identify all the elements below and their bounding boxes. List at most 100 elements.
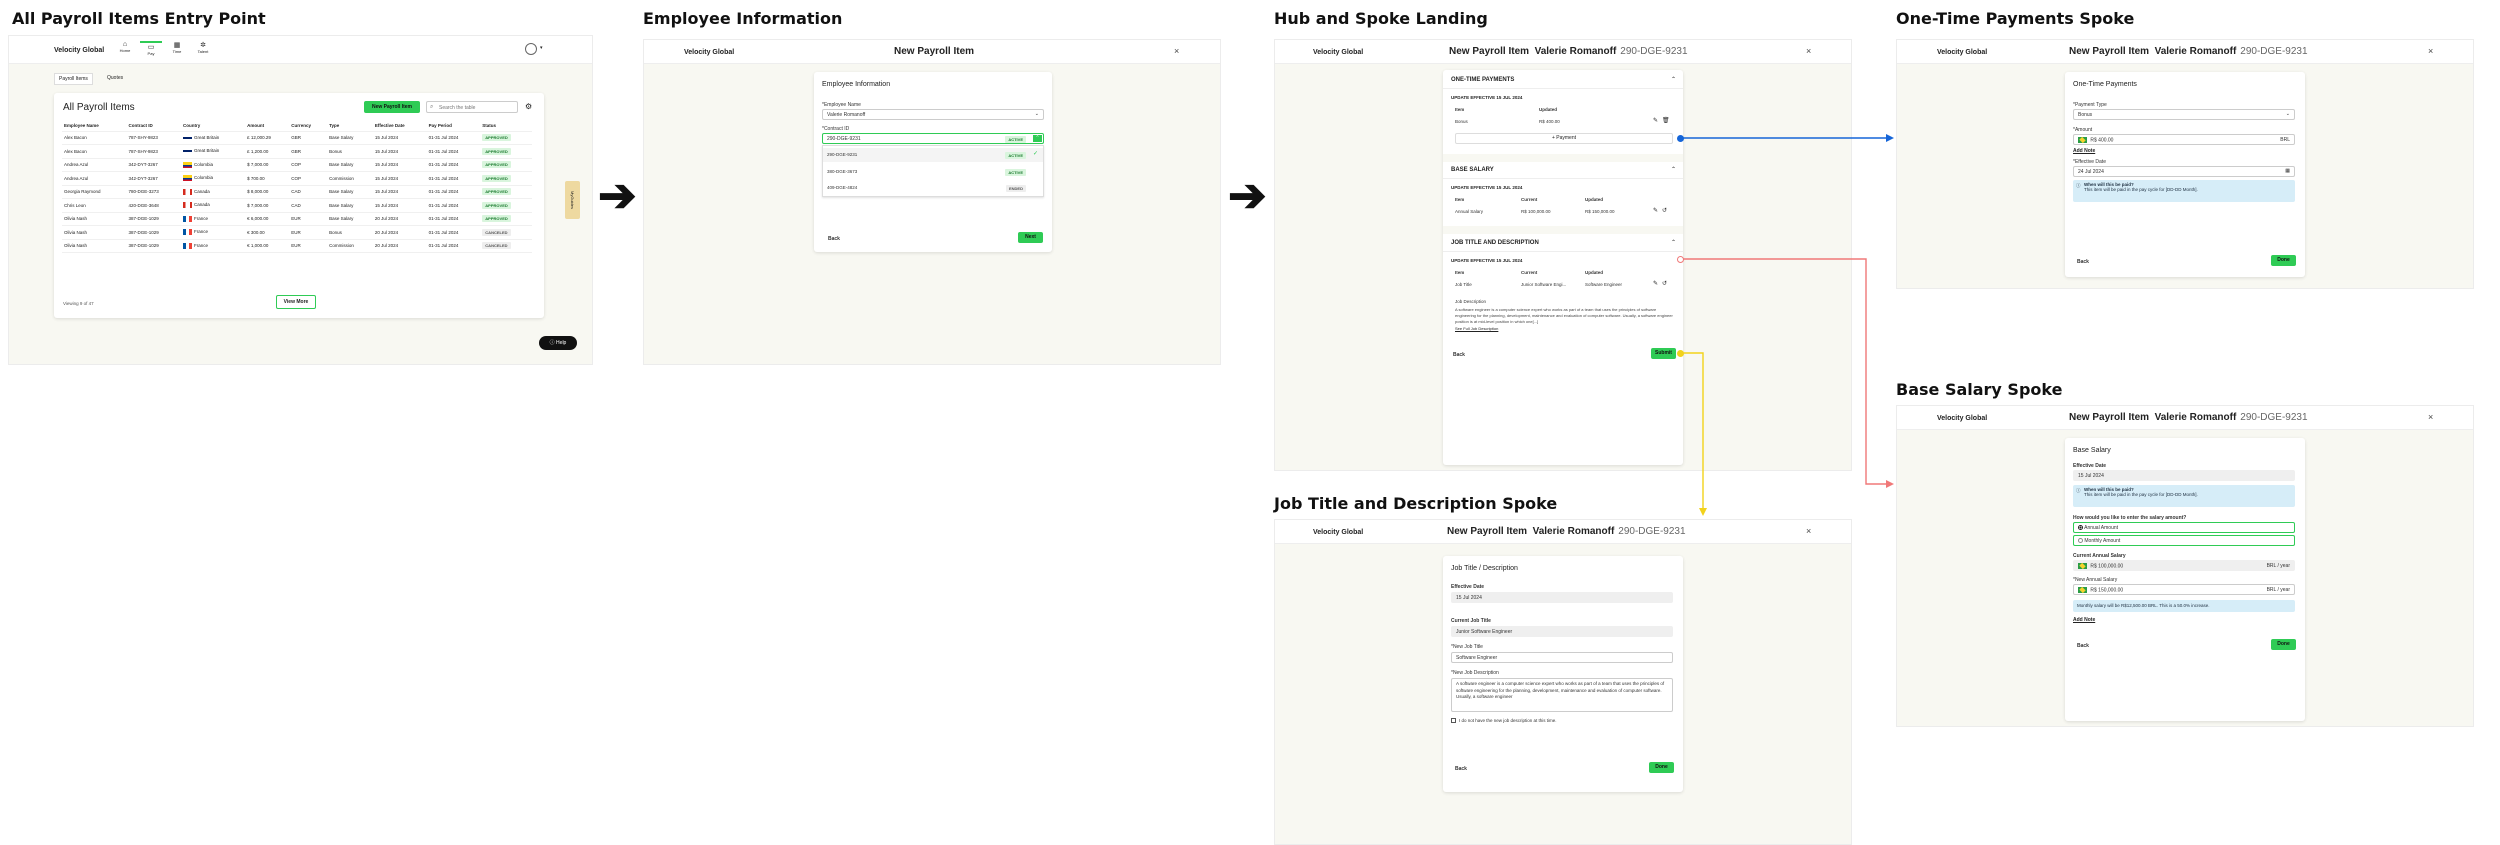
- nav-talent[interactable]: ✲ Talent: [192, 41, 214, 54]
- nav-home[interactable]: ⌂ Home: [114, 41, 136, 53]
- no-description-checkbox[interactable]: [1451, 718, 1456, 723]
- arrowhead-yellow: [1699, 508, 1707, 516]
- back-button[interactable]: Back: [1455, 766, 1467, 772]
- monthly-amount-radio[interactable]: Monthly Amount: [2073, 535, 2295, 546]
- table-row[interactable]: Andrea Azul 342-DYT-3267 Colombia $ 7,000.0…: [62, 158, 532, 172]
- table-row[interactable]: Alex Bacon 787-SHY-9823 Great Britain £ 1,2…: [62, 144, 532, 159]
- search-icon: ⌕: [430, 104, 434, 110]
- table-cell: EUR: [289, 239, 328, 253]
- edit-icon[interactable]: ✎: [1653, 117, 1658, 124]
- column-header[interactable]: Type: [327, 121, 373, 132]
- effective-date-input[interactable]: 24 Jul 2024 ▦: [2073, 166, 2295, 177]
- add-note-link[interactable]: Add Note: [2073, 148, 2095, 154]
- edit-icon[interactable]: ✎: [1653, 280, 1658, 287]
- annual-amount-radio[interactable]: Annual Amount: [2073, 522, 2295, 533]
- trash-icon[interactable]: 🗑: [1662, 117, 1670, 124]
- table-row[interactable]: Georgia Raymond 780-DGE-3273 Canada $ 8,000…: [62, 185, 532, 199]
- calendar-icon[interactable]: ▦: [2285, 168, 2290, 174]
- tab-quotes[interactable]: Quotes: [107, 75, 123, 81]
- new-job-description-textarea[interactable]: A software engineer is a computer scienc…: [1451, 678, 1673, 712]
- table-cell: France: [181, 225, 246, 240]
- contract-id-select[interactable]: 290-DGE-9231 ACTIVE ⌃: [822, 133, 1044, 144]
- close-icon[interactable]: ×: [2428, 46, 2433, 56]
- add-payment-button[interactable]: + Payment: [1455, 133, 1673, 144]
- new-salary-input[interactable]: R$ 150,000.00 BRL / year: [2073, 584, 2295, 595]
- tab-payroll-items[interactable]: Payroll Items: [54, 73, 93, 85]
- back-button[interactable]: Back: [2077, 259, 2089, 265]
- see-full-description-link[interactable]: See Full Job Description: [1455, 326, 1498, 331]
- nav-time[interactable]: ▦ Time: [166, 41, 188, 54]
- chevron-down-icon[interactable]: ▾: [540, 45, 543, 51]
- submit-button[interactable]: Submit: [1651, 348, 1676, 359]
- back-button[interactable]: Back: [2077, 643, 2089, 649]
- payment-type-value: Bonus: [2078, 112, 2093, 118]
- table-row[interactable]: Olivia Nash 387-DGE-1029 France € 1,000.00 E…: [62, 239, 532, 253]
- info-icon: ⓘ: [2076, 488, 2081, 493]
- help-button[interactable]: ⓘ Help: [539, 336, 577, 350]
- table-cell: GBR: [289, 131, 328, 145]
- myguides-tab[interactable]: MyGuides: [565, 181, 580, 219]
- option-label: 380-DGE-3673: [827, 169, 858, 174]
- next-button[interactable]: Next: [1018, 232, 1043, 243]
- unit-label: BRL / year: [2266, 587, 2290, 593]
- amount-input[interactable]: R$ 400.00 BRL: [2073, 134, 2295, 145]
- payment-type-select[interactable]: Bonus ⌄: [2073, 109, 2295, 120]
- done-button[interactable]: Done: [2271, 255, 2296, 266]
- country-name: Colombia: [194, 175, 214, 181]
- effective-date-field: 15 Jul 2024: [2073, 470, 2295, 481]
- contract-dropdown: 290-DGE-9231 ACTIVE ✓ 380-DGE-3673 ACTIV…: [822, 145, 1044, 197]
- divider: [1443, 178, 1683, 179]
- close-icon[interactable]: ×: [1806, 526, 1811, 536]
- table-row[interactable]: Andrea Azul 342-DYT-3267 Colombia $ 700.00 C…: [62, 171, 532, 186]
- done-button[interactable]: Done: [1649, 762, 1674, 773]
- chevron-up-icon[interactable]: ⌃: [1671, 76, 1676, 83]
- table-row[interactable]: Alex Bacon 787-SHY-9823 Great Britain £ 12,…: [62, 131, 532, 145]
- column-header[interactable]: Amount: [245, 121, 290, 132]
- new-job-title-input[interactable]: Software Engineer: [1451, 652, 1673, 663]
- close-icon[interactable]: ×: [1806, 46, 1811, 56]
- close-icon[interactable]: ×: [2428, 412, 2433, 422]
- chevron-up-icon[interactable]: ⌃: [1671, 239, 1676, 246]
- column-header[interactable]: Status: [480, 121, 532, 132]
- employee-name-select[interactable]: Valerie Romanoff ⌄: [822, 109, 1044, 120]
- table-cell: Andrea Azul: [62, 158, 127, 172]
- dropdown-option[interactable]: 290-DGE-9231 ACTIVE ✓: [823, 148, 1043, 162]
- table-cell: Base Salary: [327, 198, 373, 213]
- table-cell: £ 1,200.00: [245, 144, 290, 159]
- gear-icon[interactable]: ⚙: [525, 102, 532, 111]
- table-row[interactable]: Olivia Nash 387-DGE-1029 France € 300.00 EUR…: [62, 225, 532, 240]
- brazil-flag-icon: [2078, 586, 2087, 594]
- table-row[interactable]: Chris Leon 420-DGE-3648 Canada $ 7,000.00 CA…: [62, 198, 532, 213]
- column-header[interactable]: Pay Period: [426, 121, 481, 132]
- table-row[interactable]: Olivia Nash 387-DGE-1029 France € 6,000.00 E…: [62, 212, 532, 226]
- section-title-hub: Hub and Spoke Landing: [1274, 9, 1488, 28]
- back-button[interactable]: Back: [828, 236, 840, 242]
- status-badge: ENDED: [1005, 185, 1026, 192]
- undo-icon[interactable]: ↺: [1662, 280, 1667, 287]
- done-button[interactable]: Done: [2271, 639, 2296, 650]
- column-header[interactable]: Currency: [289, 121, 328, 132]
- undo-icon[interactable]: ↺: [1662, 207, 1667, 214]
- brand-logo: Velocity Global: [684, 49, 735, 56]
- table-cell: $ 700.00: [245, 171, 290, 186]
- column-header[interactable]: Effective Date: [372, 121, 427, 132]
- table-cell: Base Salary: [327, 158, 373, 172]
- column-header[interactable]: Country: [181, 121, 246, 132]
- avatar[interactable]: [525, 43, 537, 55]
- view-more-button[interactable]: View More: [276, 295, 316, 309]
- column-header[interactable]: Contract ID: [126, 121, 182, 132]
- new-payroll-item-button[interactable]: New Payroll Item: [364, 101, 420, 113]
- close-icon[interactable]: ×: [1174, 46, 1179, 56]
- hub-frame: Velocity Global New Payroll Item Valerie…: [1274, 39, 1852, 471]
- chevron-up-icon[interactable]: ⌃: [1671, 166, 1676, 173]
- column-header[interactable]: Employee Name: [62, 121, 127, 132]
- add-note-link[interactable]: Add Note: [2073, 617, 2095, 623]
- nav-pay[interactable]: ▭ Pay: [140, 41, 162, 56]
- contract-id: 290-DGE-9231: [1618, 526, 1686, 537]
- search-input[interactable]: ⌕ Search the table: [426, 101, 518, 113]
- edit-icon[interactable]: ✎: [1653, 207, 1658, 214]
- dropdown-option[interactable]: 409-DGE-4824 ENDED: [823, 181, 1043, 195]
- current-job-title-label: Current Job Title: [1451, 618, 1491, 624]
- dropdown-option[interactable]: 380-DGE-3673 ACTIVE: [823, 165, 1043, 179]
- back-button[interactable]: Back: [1453, 352, 1465, 358]
